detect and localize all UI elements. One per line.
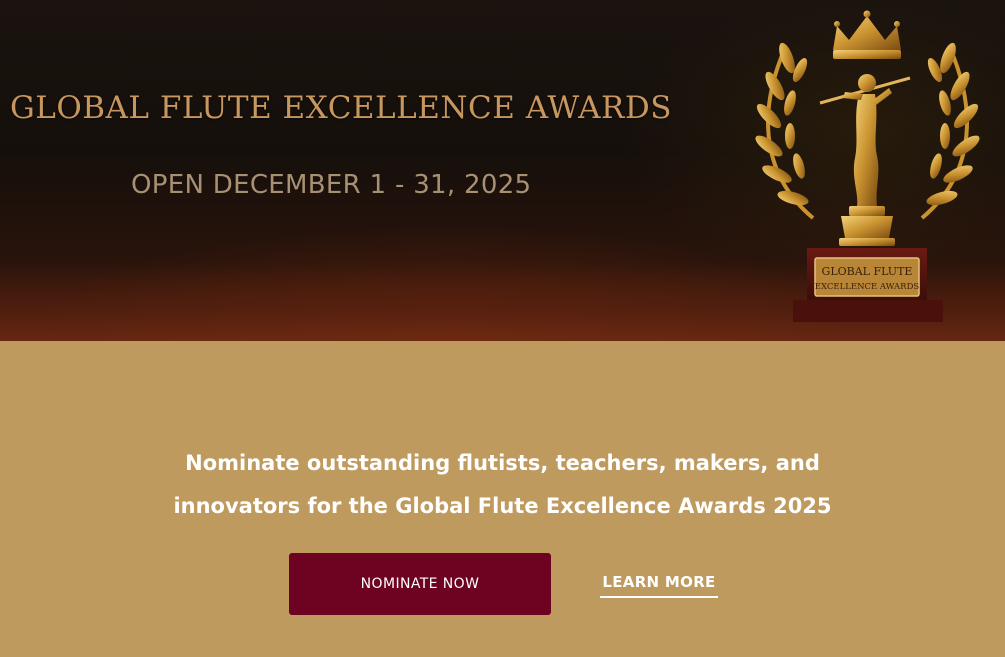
flutist-figure-icon bbox=[819, 74, 911, 206]
hero-dates: OPEN DECEMBER 1 - 31, 2025 bbox=[131, 170, 532, 200]
tagline-line-2: innovators for the Global Flute Excellen… bbox=[173, 494, 832, 518]
laurel-right-icon bbox=[920, 42, 980, 220]
plaque-line-2: EXCELLENCE AWARDS bbox=[815, 282, 920, 292]
hero-banner: GLOBAL FLUTE EXCELLENCE AWARDS OPEN DECE… bbox=[0, 0, 1005, 341]
crown-icon bbox=[833, 10, 901, 59]
plaque-line-1: GLOBAL FLUTE bbox=[822, 265, 913, 278]
tagline-line-1: Nominate outstanding flutists, teachers,… bbox=[185, 451, 820, 475]
nomination-tagline: Nominate outstanding flutists, teachers,… bbox=[100, 442, 905, 528]
laurel-left-icon bbox=[755, 42, 815, 220]
trophy-pedestal-icon bbox=[839, 206, 895, 246]
nominate-now-button[interactable]: NOMINATE NOW bbox=[289, 553, 551, 615]
nomination-section: Nominate outstanding flutists, teachers,… bbox=[0, 341, 1005, 657]
hero-title: GLOBAL FLUTE EXCELLENCE AWARDS bbox=[10, 90, 672, 126]
learn-more-link[interactable]: LEARN MORE bbox=[600, 570, 718, 598]
trophy-icon: GLOBAL FLUTE EXCELLENCE AWARDS bbox=[755, 10, 980, 322]
trophy-base-icon: GLOBAL FLUTE EXCELLENCE AWARDS bbox=[793, 248, 943, 322]
